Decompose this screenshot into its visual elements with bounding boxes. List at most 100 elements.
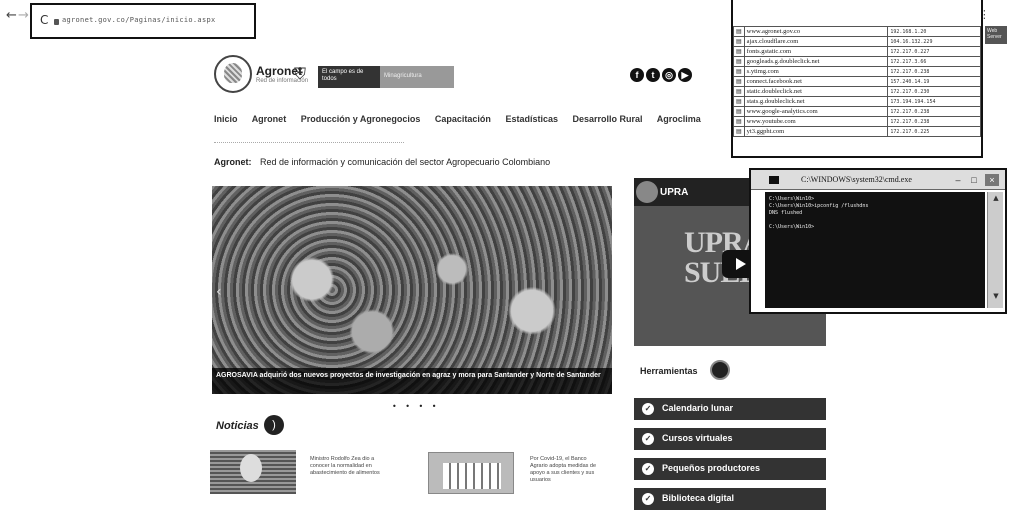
- file-icon: ▤: [733, 96, 745, 107]
- hosts-table: ▤ www.agronet.gov.co 192.168.1.20 ▤ ajax.clo…: [733, 26, 981, 137]
- hosts-row: ▤ fonts.gstatic.com 172.217.0.227: [733, 46, 981, 57]
- hosts-ip: 172.217.0.238: [887, 66, 981, 77]
- menu-item-capacitacion[interactable]: Capacitación: [435, 114, 491, 124]
- hosts-host: s.ytimg.com: [743, 66, 889, 77]
- cmd-console[interactable]: C:\Users\Win10> C:\Users\Win10>ipconfig …: [765, 192, 985, 308]
- hosts-host: www.google-analytics.com: [743, 106, 889, 117]
- menu-item-desarrollo-rural[interactable]: Desarrollo Rural: [573, 114, 643, 124]
- carousel-prev-icon[interactable]: ‹: [216, 284, 222, 300]
- hosts-host: yt3.ggpht.com: [743, 126, 889, 137]
- cmd-window[interactable]: C:\WINDOWS\system32\cmd.exe – □ × C:\Use…: [749, 168, 1007, 314]
- file-icon: ▤: [733, 26, 745, 37]
- hosts-panel: ▤ www.agronet.gov.co 192.168.1.20 ▤ ajax.clo…: [731, 0, 983, 158]
- hosts-row: ▤ stats.g.doubleclick.net 173.194.194.154: [733, 96, 981, 107]
- carousel-dots[interactable]: • • • •: [392, 402, 440, 411]
- news-heading: Noticias: [216, 420, 259, 432]
- file-icon: ▤: [733, 46, 745, 57]
- tool-label: Pequeños productores: [662, 463, 761, 473]
- hosts-host: stats.g.doubleclick.net: [743, 96, 889, 107]
- file-icon: ▤: [733, 36, 745, 47]
- facebook-icon[interactable]: f: [630, 68, 644, 82]
- hosts-ip: 172.217.0.238: [887, 116, 981, 127]
- tool-label: Biblioteca digital: [662, 493, 735, 503]
- close-button[interactable]: ×: [985, 174, 999, 186]
- menu-item-estadisticas[interactable]: Estadísticas: [505, 114, 558, 124]
- hosts-row: ▤ s.ytimg.com 172.217.0.238: [733, 66, 981, 77]
- address-bar[interactable]: C agronet.gov.co/Paginas/inicio.aspx: [30, 3, 256, 39]
- file-icon: ▤: [733, 76, 745, 87]
- file-icon: ▤: [733, 86, 745, 97]
- hosts-ip: 172.217.0.225: [887, 126, 981, 137]
- menu-item-agronet[interactable]: Agronet: [252, 114, 287, 124]
- hosts-ip: 157.240.14.19: [887, 76, 981, 87]
- hosts-ip: 172.217.0.227: [887, 46, 981, 57]
- hosts-host: googleads.g.doubleclick.net: [743, 56, 889, 67]
- hosts-ip: 172.217.0.238: [887, 106, 981, 117]
- check-icon: ✓: [642, 403, 654, 415]
- hosts-ip: 172.217.0.230: [887, 86, 981, 97]
- tool-biblioteca-digital[interactable]: ✓ Biblioteca digital: [634, 488, 826, 510]
- menu-item-produccion[interactable]: Producción y Agronegocios: [301, 114, 421, 124]
- hosts-ip: 192.168.1.20: [887, 26, 981, 37]
- news-item-2-text[interactable]: Por Covid-19, el Banco Agrario adopta me…: [530, 456, 600, 484]
- hosts-row: ▤ www.agronet.gov.co 192.168.1.20: [733, 26, 981, 37]
- minimize-button[interactable]: –: [951, 174, 965, 186]
- hosts-host: ajax.cloudflare.com: [743, 36, 889, 47]
- hosts-row: ▤ connect.facebook.net 157.240.14.19: [733, 76, 981, 87]
- hosts-host: connect.facebook.net: [743, 76, 889, 87]
- reload-button[interactable]: C: [40, 13, 48, 27]
- check-icon: ✓: [642, 433, 654, 445]
- hosts-row: ▤ ajax.cloudflare.com 104.16.132.229: [733, 36, 981, 47]
- file-icon: ▤: [733, 56, 745, 67]
- hosts-row: ▤ yt3.ggpht.com 172.217.0.225: [733, 126, 981, 137]
- tool-calendario-lunar[interactable]: ✓ Calendario lunar: [634, 398, 826, 420]
- hosts-ip: 172.217.3.66: [887, 56, 981, 67]
- tool-pequenos-productores[interactable]: ✓ Pequeños productores: [634, 458, 826, 480]
- coat-of-arms-icon: ⛨: [293, 64, 306, 83]
- hosts-host: www.youtube.com: [743, 116, 889, 127]
- side-tab[interactable]: Web Server: [985, 26, 1007, 44]
- hosts-host: static.doubleclick.net: [743, 86, 889, 97]
- tagline-brand: Agronet:: [214, 157, 252, 167]
- hosts-ip: 104.16.132.229: [887, 36, 981, 47]
- hero-image: [212, 186, 612, 394]
- check-icon: ✓: [642, 493, 654, 505]
- forward-button[interactable]: →: [18, 8, 29, 23]
- instagram-icon[interactable]: ◎: [662, 68, 676, 82]
- tool-cursos-virtuales[interactable]: ✓ Cursos virtuales: [634, 428, 826, 450]
- news-image-2[interactable]: [428, 452, 514, 494]
- maximize-button[interactable]: □: [967, 174, 981, 186]
- menu-divider: [214, 142, 404, 143]
- hosts-row: ▤ googleads.g.doubleclick.net 172.217.3.66: [733, 56, 981, 67]
- tool-label: Calendario lunar: [662, 403, 734, 413]
- file-icon: ▤: [733, 126, 745, 137]
- news-image-1[interactable]: [210, 450, 296, 494]
- url-text[interactable]: agronet.gov.co/Paginas/inicio.aspx: [62, 16, 216, 24]
- government-banner[interactable]: El campo es de todos Minagricultura: [318, 66, 454, 88]
- menu-item-agroclima[interactable]: Agroclima: [657, 114, 701, 124]
- hero-caption[interactable]: AGROSAVIA adquirió dos nuevos proyectos …: [212, 368, 612, 394]
- hosts-host: www.agronet.gov.co: [743, 26, 889, 37]
- file-icon: ▤: [733, 66, 745, 77]
- hero-carousel[interactable]: ‹ AGROSAVIA adquirió dos nuevos proyecto…: [212, 186, 612, 394]
- tools-search-icon[interactable]: [710, 360, 730, 380]
- hosts-row: ▤ static.doubleclick.net 172.217.0.230: [733, 86, 981, 97]
- menu-item-inicio[interactable]: Inicio: [214, 114, 238, 124]
- cmd-scrollbar[interactable]: ▲ ▼: [987, 192, 1003, 308]
- tool-label: Cursos virtuales: [662, 433, 733, 443]
- scroll-down-icon[interactable]: ▼: [990, 292, 1002, 302]
- news-item-1-text[interactable]: Ministro Rodolfo Zea dio a conocer la no…: [310, 456, 380, 477]
- upra-logo-icon: [636, 181, 658, 203]
- back-button[interactable]: ←: [6, 8, 17, 23]
- hosts-host: fonts.gstatic.com: [743, 46, 889, 57]
- twitter-icon[interactable]: t: [646, 68, 660, 82]
- check-icon: ✓: [642, 463, 654, 475]
- agronet-logo-icon[interactable]: [214, 55, 252, 93]
- rss-icon[interactable]: ): [264, 415, 284, 435]
- hosts-row: ▤ www.google-analytics.com 172.217.0.238: [733, 106, 981, 117]
- hosts-ip: 173.194.194.154: [887, 96, 981, 107]
- scroll-up-icon[interactable]: ▲: [990, 194, 1002, 204]
- file-icon: ▤: [733, 116, 745, 127]
- youtube-icon[interactable]: ▶: [678, 68, 692, 82]
- cmd-titlebar[interactable]: C:\WINDOWS\system32\cmd.exe – □ ×: [751, 170, 1005, 190]
